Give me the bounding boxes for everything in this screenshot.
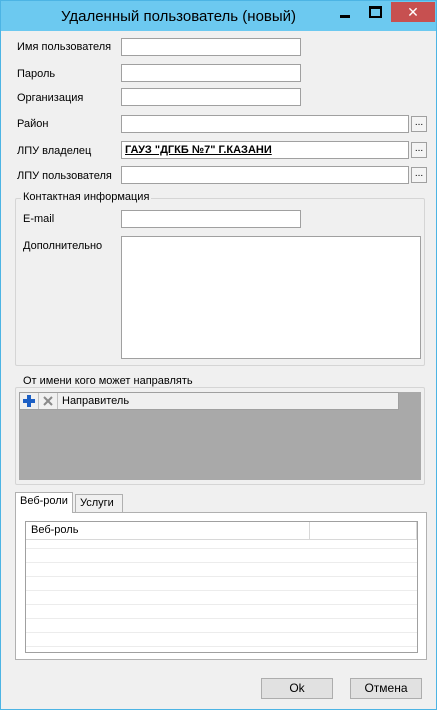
username-input[interactable] [121, 38, 301, 56]
senders-grid[interactable]: Направитель [19, 392, 421, 480]
table-row [26, 590, 417, 591]
lpu-owner-label: ЛПУ владелец [17, 145, 92, 157]
contact-info-title: Контактная информация [21, 191, 152, 203]
plus-icon [23, 395, 35, 407]
lpu-user-label: ЛПУ пользователя [17, 170, 112, 182]
senders-grid-header: Направитель [19, 392, 399, 410]
additional-label: Дополнительно [23, 240, 103, 252]
table-row [26, 548, 417, 549]
close-icon: ✕ [407, 4, 419, 20]
username-label: Имя пользователя [17, 41, 112, 53]
column-header-extra[interactable] [310, 522, 417, 540]
delete-sender-button[interactable] [39, 393, 58, 409]
organization-input[interactable] [121, 88, 301, 106]
maximize-button[interactable] [361, 2, 389, 22]
dialog-window: Удаленный пользователь (новый) ✕ Имя пол… [0, 0, 437, 710]
add-sender-button[interactable] [20, 393, 39, 409]
web-roles-table[interactable]: Веб-роль [25, 521, 418, 653]
table-row [26, 562, 417, 563]
email-input[interactable] [121, 210, 301, 228]
minimize-button[interactable] [331, 2, 359, 22]
title-bar[interactable]: Удаленный пользователь (новый) ✕ [1, 1, 436, 31]
table-row [26, 618, 417, 619]
column-header-sender[interactable]: Направитель [58, 395, 129, 407]
lpu-owner-picker-button[interactable]: ... [411, 142, 427, 158]
password-label: Пароль [17, 68, 56, 80]
additional-textarea[interactable] [121, 236, 421, 359]
table-row [26, 646, 417, 647]
lpu-user-input[interactable] [121, 166, 409, 184]
organization-label: Организация [17, 92, 84, 104]
senders-title: От имени кого может направлять [21, 375, 195, 387]
minimize-icon [340, 14, 350, 18]
email-label: E-mail [23, 213, 55, 225]
ok-button[interactable]: Ok [261, 678, 333, 699]
table-row [26, 576, 417, 577]
column-header-web-role[interactable]: Веб-роль [26, 522, 310, 540]
delete-icon [43, 396, 53, 406]
dialog-body: Имя пользователя Пароль Организация Райо… [9, 31, 429, 703]
table-row [26, 632, 417, 633]
tab-web-roles[interactable]: Веб-роли [15, 492, 73, 513]
cancel-button[interactable]: Отмена [350, 678, 422, 699]
close-button[interactable]: ✕ [391, 2, 435, 22]
district-picker-button[interactable]: ... [411, 116, 427, 132]
maximize-icon [368, 6, 382, 18]
district-label: Район [17, 118, 49, 130]
lpu-owner-input[interactable]: ГАУЗ "ДГКБ №7" Г.КАЗАНИ [121, 141, 409, 159]
district-input[interactable] [121, 115, 409, 133]
password-input[interactable] [121, 64, 301, 82]
table-row [26, 604, 417, 605]
web-roles-panel: Веб-роль [15, 512, 427, 660]
tab-services[interactable]: Услуги [75, 494, 123, 513]
lpu-user-picker-button[interactable]: ... [411, 167, 427, 183]
window-title: Удаленный пользователь (новый) [61, 8, 297, 25]
